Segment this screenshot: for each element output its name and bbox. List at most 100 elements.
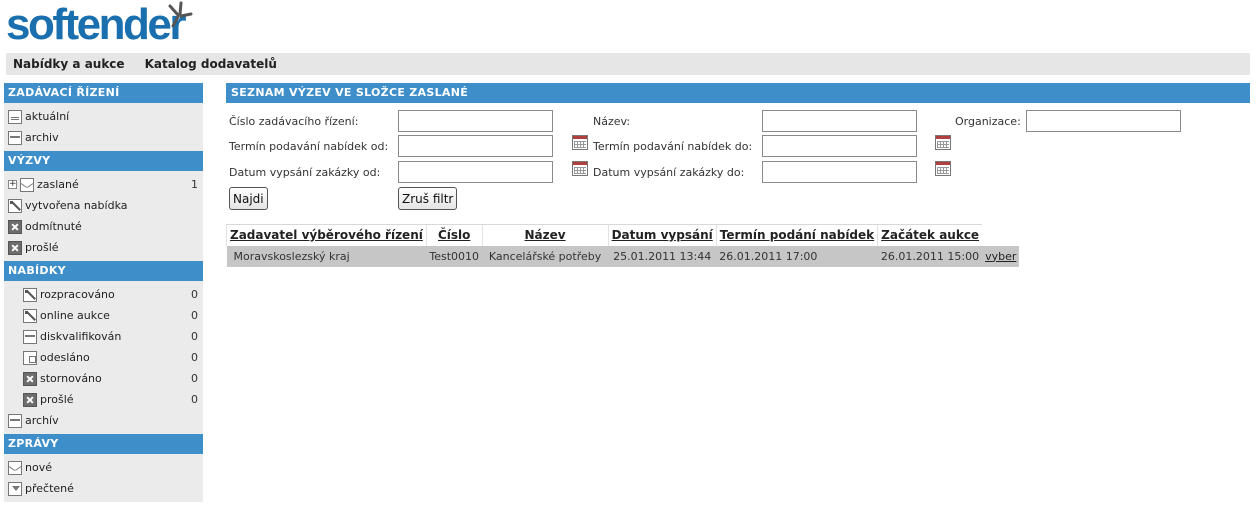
cell-auction-start: 26.01.2011 15:00 (877, 245, 983, 267)
sidebar-item-archive[interactable]: archiv (4, 127, 203, 148)
sidebar-item-disqualified[interactable]: diskvalifikován 0 (4, 326, 203, 347)
sidebar-item-label: zaslané (37, 178, 79, 191)
column-header-contracting-authority[interactable]: Zadavatel výběrového řízení (226, 224, 427, 246)
calendar-icon[interactable] (935, 161, 951, 176)
expand-icon[interactable]: + (8, 180, 17, 189)
filter-number-input[interactable] (398, 110, 553, 132)
envelope-icon (20, 177, 34, 192)
document-icon (8, 109, 22, 124)
sidebar-section-offers: NABÍDKY (4, 261, 203, 281)
sidebar-item-label: prošlé (40, 393, 74, 406)
sidebar-item-label: prošlé (25, 241, 59, 254)
archive-icon (23, 329, 37, 344)
sidebar-item-current[interactable]: aktuální (4, 106, 203, 127)
sidebar-item-label: rozpracováno (40, 288, 115, 301)
filter-published-to-input[interactable] (762, 161, 917, 183)
envelope-icon (8, 460, 22, 475)
send-icon (23, 350, 37, 365)
sidebar-item-label: odmítnuté (25, 220, 82, 233)
column-header-auction-start[interactable]: Začátek aukce (877, 224, 983, 246)
x-icon (23, 392, 37, 407)
sidebar-item-count: 0 (191, 288, 198, 301)
filter-name-label: Název: (593, 115, 631, 128)
sidebar: ZADÁVACÍ ŘÍZENÍ aktuální archiv VÝZVY + … (4, 83, 203, 502)
filter-deadline-from-label: Termín podavání nabídek od: (229, 140, 389, 153)
sidebar-item-offer-created[interactable]: vytvořena nabídka (4, 195, 203, 216)
sidebar-item-sent[interactable]: + zaslané 1 (4, 174, 203, 195)
sidebar-section-procurement: ZADÁVACÍ ŘÍZENÍ (4, 83, 203, 103)
filter-organization-label: Organizace: (955, 115, 1021, 128)
search-button[interactable]: Najdi (229, 187, 268, 210)
filter-organization-input[interactable] (1026, 110, 1181, 132)
archive-icon (8, 130, 22, 145)
sidebar-item-in-progress[interactable]: rozpracováno 0 (4, 284, 203, 305)
filter-published-to-label: Datum vypsání zakázky do: (593, 166, 745, 179)
sidebar-item-offers-archive[interactable]: archív (4, 410, 203, 431)
edit-icon (8, 198, 22, 213)
calendar-icon[interactable] (935, 135, 951, 150)
filter-name-input[interactable] (762, 110, 917, 132)
select-link[interactable]: vyber (982, 245, 1020, 267)
menu-supplier-catalog[interactable]: Katalog dodavatelů (145, 57, 277, 71)
column-header-action (982, 225, 1019, 246)
sidebar-item-count: 1 (191, 178, 198, 191)
page-title: SEZNAM VÝZEV VE SLOŽCE ZASLANÉ (226, 83, 1250, 103)
main-panel: SEZNAM VÝZEV VE SLOŽCE ZASLANÉ (226, 83, 1250, 103)
sidebar-item-label: archiv (25, 131, 59, 144)
sidebar-section-body: + zaslané 1 vytvořena nabídka odmítnuté … (4, 171, 203, 261)
sidebar-section-messages: ZPRÁVY (4, 434, 203, 454)
sidebar-item-new-messages[interactable]: nové (4, 457, 203, 478)
calendar-icon[interactable] (572, 135, 588, 150)
sidebar-item-label: přečtené (25, 482, 74, 495)
read-icon (8, 481, 22, 496)
calendar-icon[interactable] (572, 161, 588, 176)
filter-deadline-to-input[interactable] (762, 135, 917, 157)
sidebar-item-label: vytvořena nabídka (25, 199, 128, 212)
top-menu: Nabídky a aukce Katalog dodavatelů (6, 53, 1250, 75)
sidebar-item-read-messages[interactable]: přečtené (4, 478, 203, 499)
sidebar-item-count: 0 (191, 309, 198, 322)
sidebar-item-label: diskvalifikován (40, 330, 122, 343)
sidebar-item-label: stornováno (40, 372, 102, 385)
filter-published-from-input[interactable] (398, 161, 553, 183)
sidebar-item-cancelled[interactable]: stornováno 0 (4, 368, 203, 389)
filter-published-from-label: Datum vypsání zakázky od: (229, 166, 381, 179)
sidebar-item-label: odesláno (40, 351, 90, 364)
filter-number-label: Číslo zadávacího řízení: (229, 115, 359, 128)
sidebar-item-rejected[interactable]: odmítnuté (4, 216, 203, 237)
column-header-name[interactable]: Název (481, 224, 609, 246)
cell-offer-deadline: 26.01.2011 17:00 (716, 245, 878, 267)
sidebar-section-body: aktuální archiv (4, 103, 203, 151)
column-header-number[interactable]: Číslo (425, 224, 482, 246)
cell-published-date: 25.01.2011 13:44 (608, 245, 717, 267)
column-header-offer-deadline[interactable]: Termín podání nabídek (715, 224, 878, 246)
x-icon (8, 219, 22, 234)
table-header-row: Zadavatel výběrového řízení Číslo Název … (226, 224, 1020, 246)
sidebar-item-label: online aukce (40, 309, 110, 322)
archive-icon (8, 413, 22, 428)
results-table: Zadavatel výběrového řízení Číslo Název … (226, 224, 1020, 267)
sidebar-section-body: nové přečtené (4, 454, 203, 502)
sidebar-item-expired-offers[interactable]: prošlé 0 (4, 389, 203, 410)
x-icon (8, 240, 22, 255)
filter-deadline-to-label: Termín podavání nabídek do: (593, 140, 753, 153)
column-header-published-date[interactable]: Datum vypsání (607, 224, 717, 246)
edit-icon (23, 287, 37, 302)
x-icon (23, 371, 37, 386)
edit-icon (23, 308, 37, 323)
sidebar-item-label: nové (25, 461, 52, 474)
cell-contracting-authority: Moravskoslezský kraj (226, 245, 427, 267)
sidebar-item-count: 0 (191, 351, 198, 364)
sidebar-item-count: 0 (191, 330, 198, 343)
sidebar-item-sent-offers[interactable]: odesláno 0 (4, 347, 203, 368)
reset-filter-button[interactable]: Zruš filtr (398, 187, 458, 210)
sidebar-item-count: 0 (191, 372, 198, 385)
filter-deadline-from-input[interactable] (398, 135, 553, 157)
logo-arrows-icon (168, 1, 193, 28)
table-row[interactable]: Moravskoslezský kraj Test0010 Kancelářsk… (226, 245, 1020, 267)
sidebar-item-expired[interactable]: prošlé (4, 237, 203, 258)
sidebar-section-body: rozpracováno 0 online aukce 0 diskvalifi… (4, 281, 203, 434)
cell-number: Test0010 (426, 245, 482, 267)
menu-offers-auctions[interactable]: Nabídky a aukce (13, 57, 125, 71)
sidebar-item-online-auction[interactable]: online aukce 0 (4, 305, 203, 326)
